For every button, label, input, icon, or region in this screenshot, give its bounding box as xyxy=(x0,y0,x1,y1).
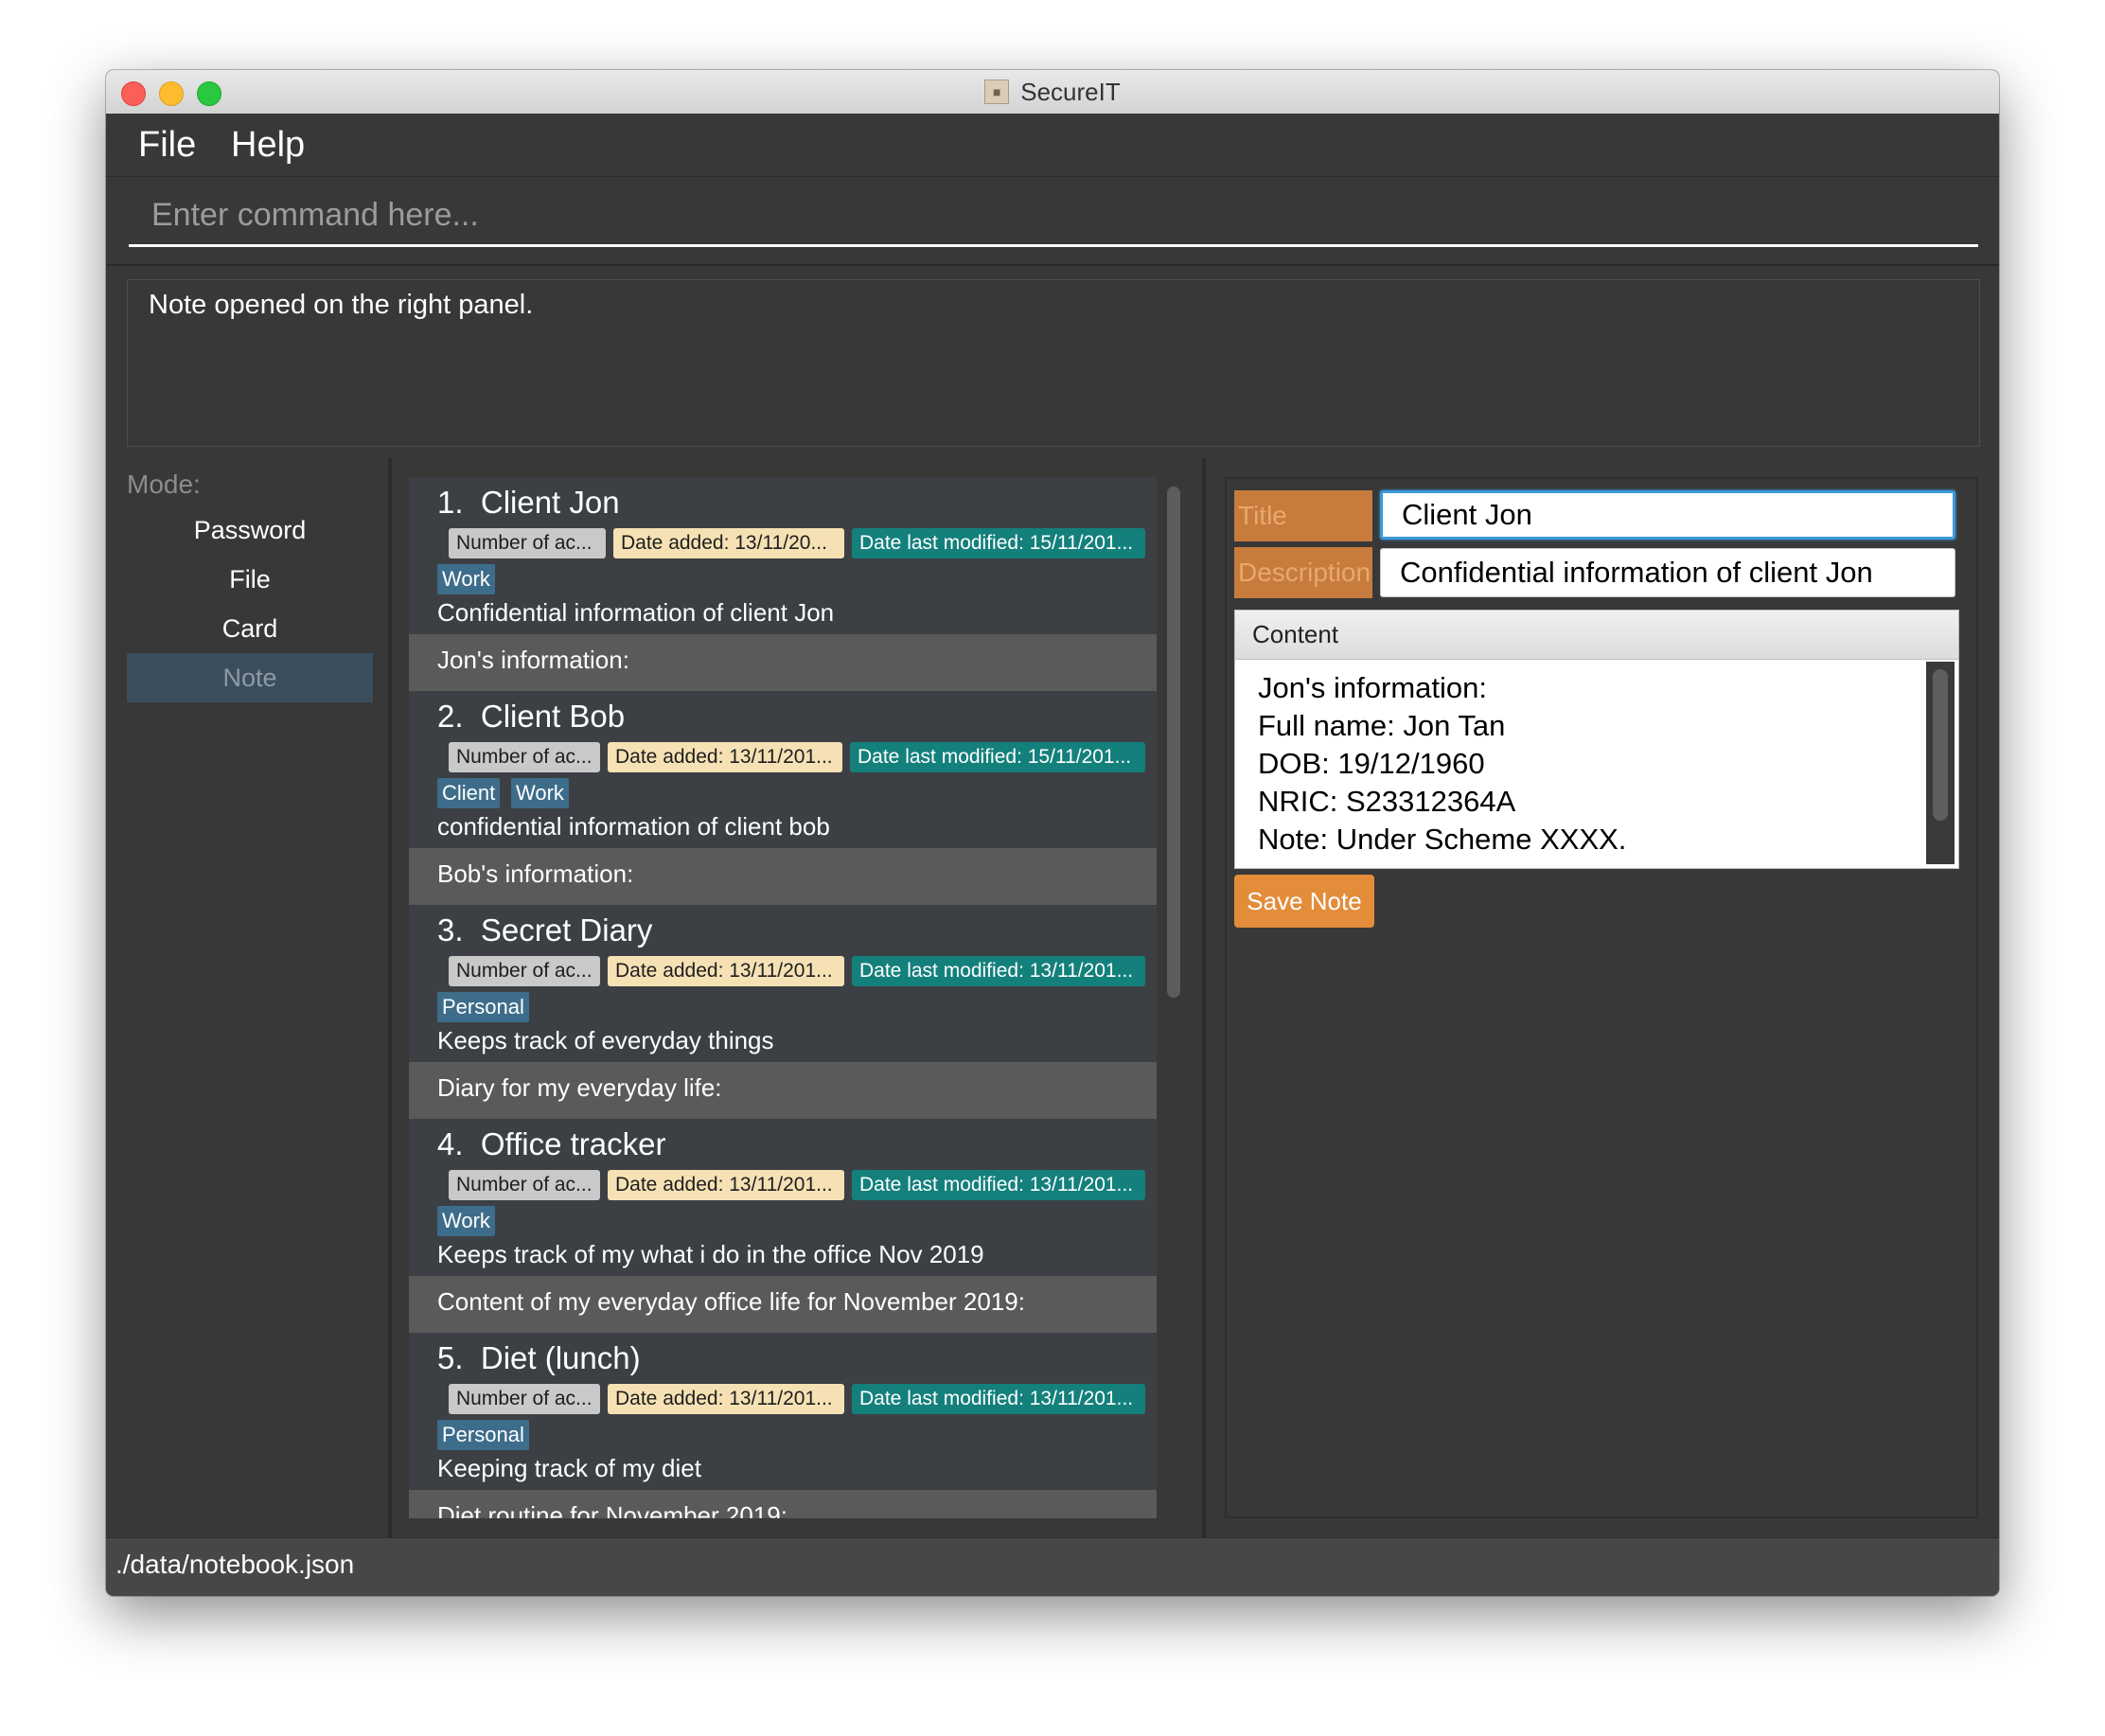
menu-help[interactable]: Help xyxy=(231,125,305,166)
note-editor-panel: Title Description Content Jon's informat… xyxy=(1225,477,1978,1518)
date-modified-badge: Date last modified: 15/11/201... xyxy=(850,742,1145,772)
date-added-badge: Date added: 13/11/20... xyxy=(613,528,844,558)
date-added-badge: Date added: 13/11/201... xyxy=(608,956,844,986)
content-line: NRIC: S23312364A xyxy=(1258,785,1516,818)
note-list-scroll-thumb[interactable] xyxy=(1167,487,1180,998)
num-accessed-badge: Number of ac... xyxy=(449,956,600,986)
storage-path: ./data/notebook.json xyxy=(115,1550,355,1579)
note-description: Keeps track of my what i do in the offic… xyxy=(437,1240,984,1268)
menu-file[interactable]: File xyxy=(138,125,196,166)
tag-work: Work xyxy=(437,564,495,594)
note-list-scrollbar[interactable] xyxy=(1164,487,1183,1518)
date-added-badge: Date added: 13/11/201... xyxy=(608,742,842,772)
num-accessed-badge: Number of ac... xyxy=(449,1170,600,1200)
content-line: Jon's information: xyxy=(1258,671,1487,704)
description-label: Description xyxy=(1234,547,1372,598)
note-content-preview: Diary for my everyday life: xyxy=(437,1073,722,1102)
result-display: Note opened on the right panel. xyxy=(127,279,1980,447)
status-bar: ./data/notebook.json xyxy=(106,1537,1999,1596)
mode-panel: Mode: Password File Card Note xyxy=(106,458,390,1537)
command-input[interactable] xyxy=(129,186,1978,247)
note-title: 1. Client Jon xyxy=(437,485,620,520)
result-text: Note opened on the right panel. xyxy=(149,290,534,320)
note-content-preview: Diet routine for November 2019: xyxy=(437,1501,787,1518)
date-modified-badge: Date last modified: 13/11/201... xyxy=(852,1384,1145,1414)
date-modified-badge: Date last modified: 13/11/201... xyxy=(852,1170,1145,1200)
menu-bar: File Help xyxy=(106,114,1999,177)
note-content-preview: Content of my everyday office life for N… xyxy=(437,1287,1025,1316)
mode-card[interactable]: Card xyxy=(127,604,373,653)
title-bar: ■ SecureIT xyxy=(106,70,1999,115)
date-added-badge: Date added: 13/11/201... xyxy=(608,1170,844,1200)
app-window: ■ SecureIT File Help Note opened on the … xyxy=(106,70,1999,1596)
note-list[interactable]: 1. Client Jon Number of ac... Date added… xyxy=(409,477,1157,1518)
note-description: confidential information of client bob xyxy=(437,812,830,841)
content-text[interactable]: Jon's information: Full name: Jon Tan DO… xyxy=(1258,669,1626,859)
content-header: Content xyxy=(1235,611,1958,660)
date-added-badge: Date added: 13/11/201... xyxy=(608,1384,844,1414)
mode-note[interactable]: Note xyxy=(127,653,373,702)
date-modified-badge: Date last modified: 15/11/201... xyxy=(852,528,1145,558)
note-description: Keeping track of my diet xyxy=(437,1454,701,1482)
tag-personal: Personal xyxy=(437,1420,529,1450)
num-accessed-badge: Number of ac... xyxy=(449,742,600,772)
note-content-preview: Jon's information: xyxy=(437,646,629,674)
description-field[interactable] xyxy=(1380,548,1955,597)
num-accessed-badge: Number of ac... xyxy=(449,1384,600,1414)
command-box xyxy=(106,177,1999,266)
save-note-button[interactable]: Save Note xyxy=(1234,875,1374,928)
num-accessed-badge: Number of ac... xyxy=(449,528,606,558)
note-description: Confidential information of client Jon xyxy=(437,598,835,627)
note-title: 3. Secret Diary xyxy=(437,912,653,948)
mode-file[interactable]: File xyxy=(127,555,373,604)
mode-label: Mode: xyxy=(127,469,201,499)
title-field[interactable] xyxy=(1380,490,1955,540)
note-title: 2. Client Bob xyxy=(437,699,626,734)
content-line: DOB: 19/12/1960 xyxy=(1258,747,1485,780)
tag-work: Work xyxy=(437,1206,495,1236)
date-modified-badge: Date last modified: 13/11/201... xyxy=(852,956,1145,986)
left-divider xyxy=(388,458,392,1537)
tag-client: Client xyxy=(437,778,501,808)
window-title: SecureIT xyxy=(1020,77,1121,106)
note-title: 5. Diet (lunch) xyxy=(437,1340,641,1375)
mode-password[interactable]: Password xyxy=(127,505,373,555)
content-line: Full name: Jon Tan xyxy=(1258,709,1506,742)
note-content-preview: Bob's information: xyxy=(437,859,634,888)
tag-personal: Personal xyxy=(437,992,529,1022)
note-description: Keeps track of everyday things xyxy=(437,1026,774,1054)
right-divider xyxy=(1202,458,1206,1537)
app-icon: ■ xyxy=(984,80,1010,104)
note-title: 4. Office tracker xyxy=(437,1126,666,1161)
title-label: Title xyxy=(1234,490,1372,541)
tag-work: Work xyxy=(511,778,569,808)
content-editor[interactable]: Content Jon's information: Full name: Jo… xyxy=(1234,610,1959,869)
content-scroll-thumb[interactable] xyxy=(1933,669,1948,821)
content-scrollbar[interactable] xyxy=(1926,662,1955,864)
content-line: Note: Under Scheme XXXX. xyxy=(1258,823,1627,856)
